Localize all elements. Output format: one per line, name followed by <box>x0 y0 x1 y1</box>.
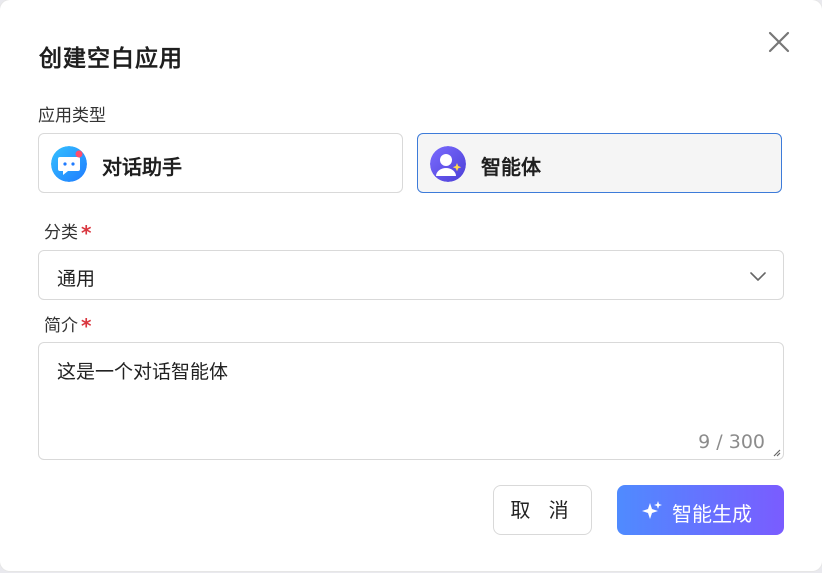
category-select-value: 通用 <box>57 268 96 290</box>
cancel-button[interactable]: 取 消 <box>493 485 592 535</box>
resize-grip-icon[interactable] <box>771 447 781 457</box>
category-select[interactable]: 通用 <box>38 250 784 300</box>
type-card-label: 对话助手 <box>102 155 182 179</box>
category-label-text: 分类 <box>44 223 78 243</box>
type-card-agent[interactable]: 智能体 <box>417 133 782 193</box>
sparkle-icon <box>642 501 662 519</box>
dialog-title: 创建空白应用 <box>39 46 183 72</box>
type-card-chat-assistant[interactable]: 对话助手 <box>38 133 403 193</box>
required-mark: * <box>81 314 92 338</box>
char-counter: 9 / 300 <box>698 431 765 453</box>
category-label: 分类 * <box>44 218 92 245</box>
intro-label-text: 简介 <box>44 316 78 336</box>
create-app-dialog: 创建空白应用 应用类型 对话助手 智能体 分类 * 通用 简介 * 这是一个对话… <box>0 0 822 571</box>
close-icon[interactable] <box>765 28 793 56</box>
intro-textarea-value: 这是一个对话智能体 <box>57 361 229 383</box>
agent-avatar-icon <box>430 146 466 182</box>
app-type-label: 应用类型 <box>38 106 106 126</box>
ai-generate-label: 智能生成 <box>672 502 752 526</box>
type-card-label: 智能体 <box>481 155 541 179</box>
intro-label: 简介 * <box>44 311 92 338</box>
chat-bubble-icon <box>51 146 87 182</box>
chevron-down-icon <box>750 272 766 281</box>
required-mark: * <box>81 221 92 245</box>
intro-textarea[interactable]: 这是一个对话智能体 9 / 300 <box>38 342 784 460</box>
ai-generate-button[interactable]: 智能生成 <box>617 485 784 535</box>
